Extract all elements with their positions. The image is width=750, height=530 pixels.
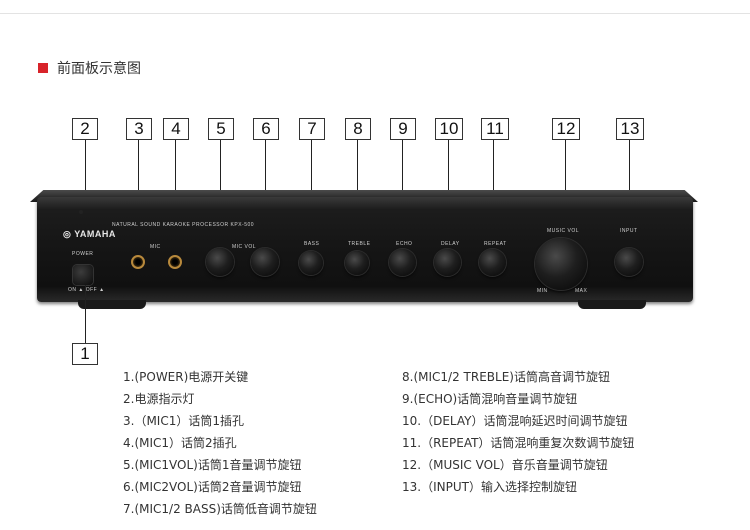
model-line: NATURAL SOUND KARAOKE PROCESSOR KPX-500 (112, 222, 255, 228)
callout-2: 2 (72, 118, 98, 140)
repeat-label: REPEAT (484, 241, 507, 247)
legend-item: 10.（DELAY）话筒混响延迟时间调节旋钮 (402, 414, 628, 428)
amplifier-foot-left (78, 300, 146, 309)
mic-label: MIC (150, 244, 161, 250)
power-label: POWER (72, 251, 94, 257)
legend-item: 3.（MIC1）话筒1插孔 (123, 414, 244, 428)
legend-item: 5.(MIC1VOL)话筒1音量调节旋钮 (123, 458, 302, 472)
bass-knob[interactable] (299, 251, 323, 275)
callout-3: 3 (126, 118, 152, 140)
amplifier-foot-right (578, 300, 646, 309)
section-title: 前面板示意图 (57, 61, 141, 77)
legend-item: 8.(MIC1/2 TREBLE)话筒高音调节旋钮 (402, 370, 610, 384)
power-button[interactable] (73, 265, 93, 285)
callout-9: 9 (390, 118, 416, 140)
max-label: MAX (575, 288, 588, 294)
legend-item: 11.（REPEAT）话筒混响重复次数调节旋钮 (402, 436, 635, 450)
power-indicator-led (79, 210, 83, 214)
callout-12: 12 (552, 118, 580, 140)
callout-6: 6 (253, 118, 279, 140)
legend-item: 7.(MIC1/2 BASS)话筒低音调节旋钮 (123, 502, 317, 516)
mic1-vol-knob[interactable] (206, 248, 234, 276)
music-vol-knob[interactable] (535, 238, 587, 290)
input-selector-knob[interactable] (615, 248, 643, 276)
callout-8: 8 (345, 118, 371, 140)
min-label: MIN (537, 288, 548, 294)
power-switch-label: ON ▲ OFF ▲ (68, 287, 105, 293)
delay-label: DELAY (441, 241, 460, 247)
callout-7: 7 (299, 118, 325, 140)
callout-13: 13 (616, 118, 644, 140)
bass-label: BASS (304, 241, 320, 247)
yamaha-logo: ◎ YAMAHA (63, 229, 116, 239)
delay-knob[interactable] (434, 249, 461, 276)
mic2-vol-knob[interactable] (251, 248, 279, 276)
red-square-icon (38, 63, 48, 73)
legend-item: 1.(POWER)电源开关键 (123, 370, 249, 384)
legend-right: 8.(MIC1/2 TREBLE)话筒高音调节旋钮 9.(ECHO)话筒混响音量… (402, 366, 634, 498)
mic-vol-label: MIC VOL (232, 244, 257, 250)
echo-knob[interactable] (389, 249, 416, 276)
echo-label: ECHO (396, 241, 413, 247)
mic2-jack[interactable] (168, 255, 182, 269)
legend-item: 13.（INPUT）输入选择控制旋钮 (402, 480, 577, 494)
callout-10: 10 (435, 118, 463, 140)
leader-1 (85, 285, 86, 343)
callout-4: 4 (163, 118, 189, 140)
callout-1: 1 (72, 343, 98, 365)
treble-label: TREBLE (348, 241, 371, 247)
legend-item: 4.(MIC1）话筒2插孔 (123, 436, 237, 450)
callout-11: 11 (481, 118, 509, 140)
treble-knob[interactable] (345, 251, 369, 275)
legend-left: 1.(POWER)电源开关键 2.电源指示灯 3.（MIC1）话筒1插孔 4.(… (123, 366, 317, 520)
input-label: INPUT (620, 228, 638, 234)
legend-item: 12.（MUSIC VOL）音乐音量调节旋钮 (402, 458, 608, 472)
amplifier-front-panel (37, 197, 693, 302)
top-divider (0, 13, 750, 14)
legend-item: 9.(ECHO)话筒混响音量调节旋钮 (402, 392, 578, 406)
legend-item: 6.(MIC2VOL)话筒2音量调节旋钮 (123, 480, 302, 494)
section-header: 前面板示意图 (38, 59, 141, 77)
repeat-knob[interactable] (479, 249, 506, 276)
music-vol-label: MUSIC VOL (547, 228, 580, 234)
callout-5: 5 (208, 118, 234, 140)
legend-item: 2.电源指示灯 (123, 392, 195, 406)
mic1-jack[interactable] (131, 255, 145, 269)
